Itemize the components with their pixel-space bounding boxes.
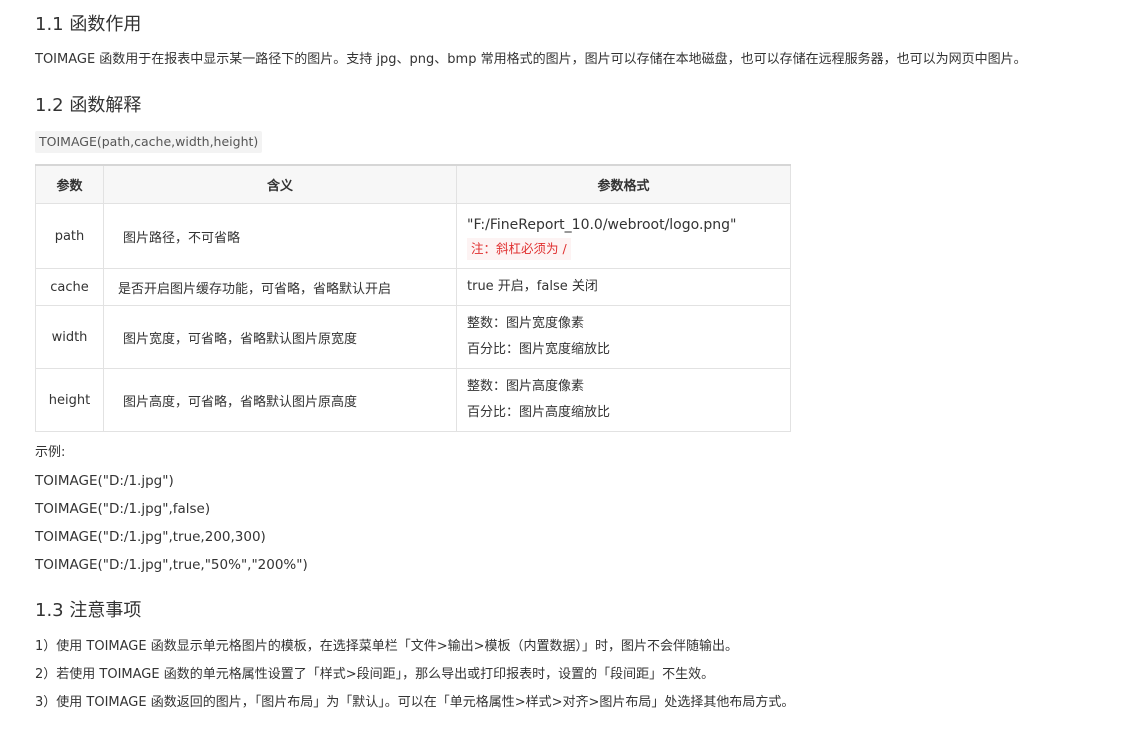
param-meaning: 图片高度，可省略，省略默认图片原高度 bbox=[103, 368, 457, 432]
param-meaning: 是否开启图片缓存功能，可省略，省略默认开启 bbox=[103, 268, 457, 306]
example-line: TOIMAGE("D:/1.jpg",false) bbox=[35, 501, 211, 517]
slash-note: 注：斜杠必须为 / bbox=[467, 238, 571, 260]
section-title-notes: 1.3 注意事项 bbox=[35, 600, 142, 621]
format-line: 百分比：图片高度缩放比 bbox=[467, 405, 611, 420]
function-description: TOIMAGE 函数用于在报表中显示某一路径下的图片。支持 jpg、png、bm… bbox=[35, 52, 1027, 67]
param-name: cache bbox=[35, 268, 104, 306]
format-line: 整数：图片高度像素 bbox=[467, 379, 585, 394]
table-row: height 图片高度，可省略，省略默认图片原高度 整数：图片高度像素 百分比：… bbox=[35, 368, 791, 432]
example-label: 示例: bbox=[35, 445, 66, 460]
param-format: 整数：图片宽度像素 百分比：图片宽度缩放比 bbox=[456, 305, 791, 369]
example-line: TOIMAGE("D:/1.jpg",true,"50%","200%") bbox=[35, 557, 308, 573]
param-name: path bbox=[35, 203, 104, 269]
format-line: "F:/FineReport_10.0/webroot/logo.png" bbox=[467, 217, 737, 233]
table-row: width 图片宽度，可省略，省略默认图片原宽度 整数：图片宽度像素 百分比：图… bbox=[35, 305, 791, 369]
table-row: cache 是否开启图片缓存功能，可省略，省略默认开启 true 开启，fals… bbox=[35, 268, 791, 306]
function-syntax: TOIMAGE(path,cache,width,height) bbox=[35, 131, 263, 153]
table-row: path 图片路径，不可省略 "F:/FineReport_10.0/webro… bbox=[35, 203, 791, 269]
param-format: true 开启，false 关闭 bbox=[456, 268, 791, 306]
format-line: true 开启，false 关闭 bbox=[467, 279, 598, 294]
note-item: 2）若使用 TOIMAGE 函数的单元格属性设置了「样式>段间距」，那么导出或打… bbox=[35, 667, 715, 682]
parameter-table: 参数 含义 参数格式 path 图片路径，不可省略 "F:/FineReport… bbox=[35, 164, 791, 432]
format-line: 整数：图片宽度像素 bbox=[467, 316, 585, 331]
table-header-row: 参数 含义 参数格式 bbox=[35, 164, 791, 204]
format-line: 百分比：图片宽度缩放比 bbox=[467, 342, 611, 357]
note-item: 1）使用 TOIMAGE 函数显示单元格图片的模板，在选择菜单栏「文件>输出>模… bbox=[35, 639, 738, 654]
example-line: TOIMAGE("D:/1.jpg") bbox=[35, 473, 174, 489]
example-line: TOIMAGE("D:/1.jpg",true,200,300) bbox=[35, 529, 266, 545]
header-param: 参数 bbox=[35, 164, 104, 204]
param-name: height bbox=[35, 368, 104, 432]
note-item: 3）使用 TOIMAGE 函数返回的图片，「图片布局」为「默认」。可以在「单元格… bbox=[35, 695, 795, 710]
param-format: 整数：图片高度像素 百分比：图片高度缩放比 bbox=[456, 368, 791, 432]
header-format: 参数格式 bbox=[456, 164, 791, 204]
param-name: width bbox=[35, 305, 104, 369]
param-format: "F:/FineReport_10.0/webroot/logo.png" 注：… bbox=[456, 203, 791, 269]
header-meaning: 含义 bbox=[103, 164, 457, 204]
section-title-function-explanation: 1.2 函数解释 bbox=[35, 95, 142, 116]
param-meaning: 图片宽度，可省略，省略默认图片原宽度 bbox=[103, 305, 457, 369]
section-title-function-purpose: 1.1 函数作用 bbox=[35, 14, 142, 35]
param-meaning: 图片路径，不可省略 bbox=[103, 203, 457, 269]
